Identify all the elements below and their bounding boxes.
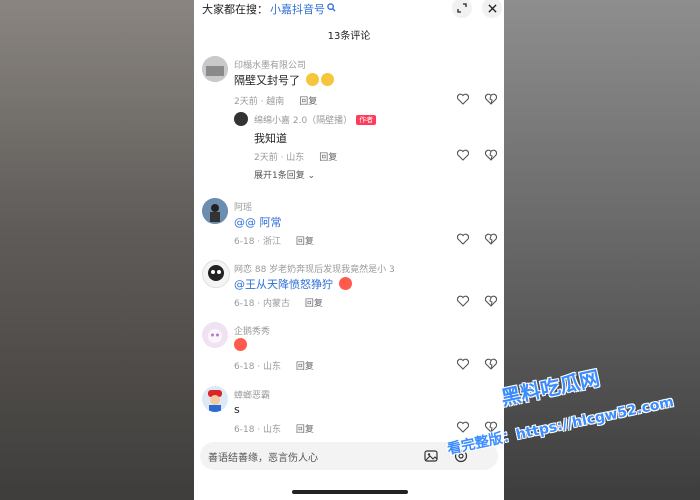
- comment-text: 隔壁又封号了: [234, 72, 334, 88]
- reply-button[interactable]: 回复: [296, 425, 314, 435]
- chevron-down-icon: ⌄: [307, 171, 316, 181]
- comment-text: [234, 338, 247, 352]
- comment-text: s: [234, 403, 240, 416]
- like-icon[interactable]: [456, 357, 470, 371]
- comment-time: 6-18 · 山东: [234, 425, 282, 435]
- home-indicator: [292, 490, 408, 494]
- expand-icon[interactable]: [452, 0, 472, 18]
- like-icon[interactable]: [456, 92, 470, 106]
- expand-replies-button[interactable]: 展开1条回复 ⌄: [254, 168, 315, 181]
- comment-meta: 6-18 · 浙江 回复: [234, 234, 314, 247]
- like-icon[interactable]: [456, 294, 470, 308]
- close-icon[interactable]: [482, 0, 502, 18]
- avatar[interactable]: [202, 56, 228, 82]
- comment-text: @@ 阿常: [234, 214, 282, 230]
- reply-text: 我知道: [254, 132, 287, 145]
- comment-panel: 大家都在搜： 小嘉抖音号 13条评论 印榻水墨有限公司 隔壁又封号了 2天前 ·…: [194, 0, 504, 500]
- comment-author[interactable]: 印榻水墨有限公司: [234, 58, 306, 71]
- reply-button[interactable]: 回复: [319, 153, 337, 163]
- comment-count: 13条评论: [327, 31, 371, 42]
- comment-author[interactable]: 阿瑶: [234, 200, 252, 213]
- laughing-crying-emoji: [320, 73, 334, 86]
- image-icon[interactable]: [424, 449, 438, 463]
- comment-time: 6-18 · 浙江: [234, 237, 282, 247]
- comment-input-placeholder: 善语结善缘，恶言伤人心: [208, 453, 318, 464]
- comment-author[interactable]: 网恋 88 岁老奶奔现后发现我竟然是小 3: [234, 262, 395, 275]
- expand-replies-label: 展开1条回复: [254, 171, 305, 181]
- reply-button[interactable]: 回复: [305, 299, 323, 309]
- reply-button[interactable]: 回复: [299, 97, 317, 107]
- heart-eyes-emoji: [234, 338, 247, 351]
- mention-link[interactable]: @@ 阿常: [234, 216, 282, 229]
- avatar[interactable]: [202, 260, 230, 288]
- avatar[interactable]: [202, 322, 228, 348]
- reply-button[interactable]: 回复: [296, 362, 314, 372]
- dislike-icon[interactable]: [484, 357, 498, 371]
- dislike-icon[interactable]: [484, 92, 498, 106]
- search-prefix: 大家都在搜：: [202, 3, 268, 16]
- reply-button[interactable]: 回复: [296, 237, 314, 247]
- comment-time: 6-18 · 内蒙古: [234, 299, 291, 309]
- comment-time: 6-18 · 山东: [234, 362, 282, 372]
- reply-author-name: 绵绵小嘉 2.0（隔壁播）: [254, 116, 353, 126]
- reply-author[interactable]: 绵绵小嘉 2.0（隔壁播） 作者: [254, 113, 377, 126]
- heart-eyes-emoji: [338, 277, 352, 290]
- comment-body: 隔壁又封号了: [234, 74, 300, 87]
- comment-author[interactable]: 蟑螂恶霸: [234, 388, 270, 401]
- laughing-crying-emoji: [305, 73, 319, 86]
- comment-text: @王从天降愤怒狰狞: [234, 276, 352, 292]
- avatar[interactable]: [202, 386, 228, 412]
- comment-meta: 6-18 · 内蒙古 回复: [234, 296, 323, 309]
- comment-meta: 6-18 · 山东 回复: [234, 422, 314, 435]
- reply-meta: 2天前 · 山东 回复: [254, 150, 337, 163]
- comment-author[interactable]: 企鹅秀秀: [234, 324, 270, 337]
- comment-meta: 2天前 · 越南 回复: [234, 94, 317, 107]
- background-left: [0, 0, 194, 500]
- search-suggestion[interactable]: 大家都在搜： 小嘉抖音号: [202, 0, 336, 18]
- avatar[interactable]: [234, 112, 248, 126]
- dislike-icon[interactable]: [484, 148, 498, 162]
- search-icon: [327, 3, 336, 15]
- mention-link[interactable]: @王从天降愤怒狰狞: [234, 278, 333, 291]
- dislike-icon[interactable]: [484, 294, 498, 308]
- reply-time: 2天前 · 山东: [254, 153, 305, 163]
- search-keyword[interactable]: 小嘉抖音号: [270, 1, 325, 17]
- avatar[interactable]: [202, 198, 228, 224]
- like-icon[interactable]: [456, 232, 470, 246]
- comment-meta: 6-18 · 山东 回复: [234, 359, 314, 372]
- author-tag: 作者: [356, 115, 377, 125]
- like-icon[interactable]: [456, 420, 470, 434]
- like-icon[interactable]: [456, 148, 470, 162]
- dislike-icon[interactable]: [484, 232, 498, 246]
- comment-time: 2天前 · 越南: [234, 97, 285, 107]
